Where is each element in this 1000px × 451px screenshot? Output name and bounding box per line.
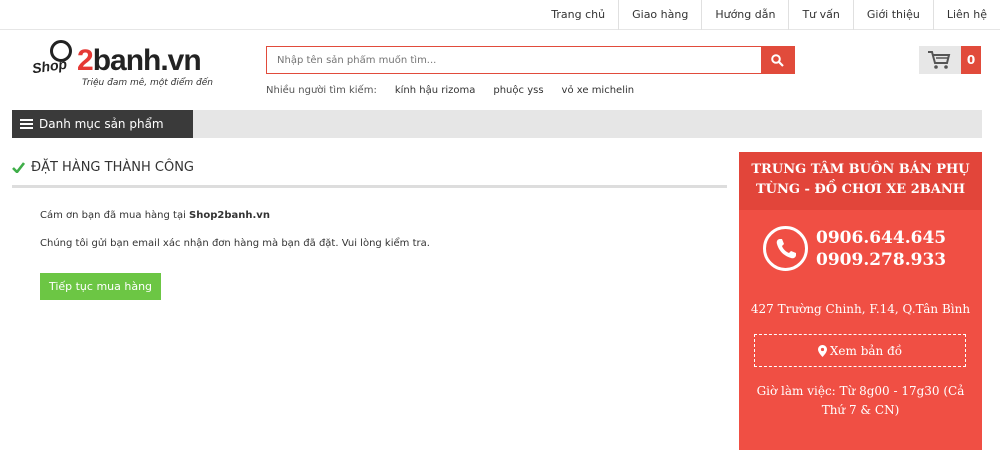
thanks-message: Cám ơn bạn đã mua hàng tại Shop2banh.vn [40,210,270,221]
continue-shopping-button[interactable]: Tiếp tục mua hàng [40,273,161,300]
popular-search-link[interactable]: vỏ xe michelin [562,85,635,96]
sidebar-title: TRUNG TÂM BUÔN BÁN PHỤ TÙNG - ĐỒ CHƠI XE… [739,152,982,210]
page-title: ĐẶT HÀNG THÀNH CÔNG [12,150,727,188]
menu-icon [20,119,33,129]
search-input[interactable] [267,47,761,73]
phone-numbers: 0906.644.645 0909.278.933 [816,227,946,271]
search-icon [771,53,784,67]
email-confirmation-message: Chúng tôi gửi bạn email xác nhận đơn hàn… [40,238,430,249]
cart-button[interactable]: 0 [919,46,981,74]
logo-shop-text: Shop [31,55,68,77]
nav-contact[interactable]: Liên hệ [932,0,1000,30]
cart-icon [928,51,951,69]
logo-brand-number: 2 [77,44,94,77]
phone-number-1[interactable]: 0906.644.645 [816,227,946,249]
opening-hours: Giờ làm việc: Từ 8g00 - 17g30 (Cả Thứ 7 … [756,384,965,417]
logo-tagline: Triệu đam mê, một điểm đến [82,78,213,88]
thanks-message-shop: Shop2banh.vn [189,210,270,221]
site-logo[interactable]: Shop 2banh.vn Triệu đam mê, một điểm đến [22,40,222,100]
popular-search-link[interactable]: kính hậu rizoma [395,85,476,96]
hotline-block: 0906.644.645 0909.278.933 [763,226,946,271]
popular-searches: Nhiều người tìm kiếm: kính hậu rizoma ph… [266,85,634,96]
category-menu-button[interactable]: Danh mục sản phẩm [12,110,193,138]
cart-count-badge: 0 [961,46,981,74]
nav-guide[interactable]: Hướng dẫn [701,0,788,30]
category-bar: Danh mục sản phẩm [12,110,982,138]
popular-searches-label: Nhiều người tìm kiếm: [266,85,377,96]
popular-search-link[interactable]: phuộc yss [493,85,543,96]
logo-brand: 2banh.vn [77,44,202,78]
view-map-button[interactable]: Xem bản đồ [754,334,966,367]
phone-number-2[interactable]: 0909.278.933 [816,249,946,271]
nav-home[interactable]: Trang chủ [538,0,618,30]
page-title-text: ĐẶT HÀNG THÀNH CÔNG [31,160,194,175]
header: Shop 2banh.vn Triệu đam mê, một điểm đến… [0,30,1000,110]
top-nav: Trang chủ Giao hàng Hướng dẫn Tư vấn Giớ… [0,0,1000,30]
phone-icon [763,226,808,271]
search-button[interactable] [761,47,794,73]
map-marker-icon [817,344,827,357]
check-icon [12,162,25,173]
category-menu-label: Danh mục sản phẩm [39,117,164,131]
nav-consult[interactable]: Tư vấn [788,0,852,30]
contact-sidebar: TRUNG TÂM BUÔN BÁN PHỤ TÙNG - ĐỒ CHƠI XE… [739,152,982,450]
logo-brand-text: banh.vn [92,44,202,77]
view-map-label: Xem bản đồ [829,343,903,358]
nav-delivery[interactable]: Giao hàng [618,0,701,30]
order-success-panel: ĐẶT HÀNG THÀNH CÔNG Cám ơn bạn đã mua hà… [12,150,727,300]
thanks-message-prefix: Cám ơn bạn đã mua hàng tại [40,210,190,221]
search-bar [266,46,795,74]
nav-about[interactable]: Giới thiệu [852,0,933,30]
store-address: 427 Trường Chinh, F.14, Q.Tân Bình [750,302,971,316]
